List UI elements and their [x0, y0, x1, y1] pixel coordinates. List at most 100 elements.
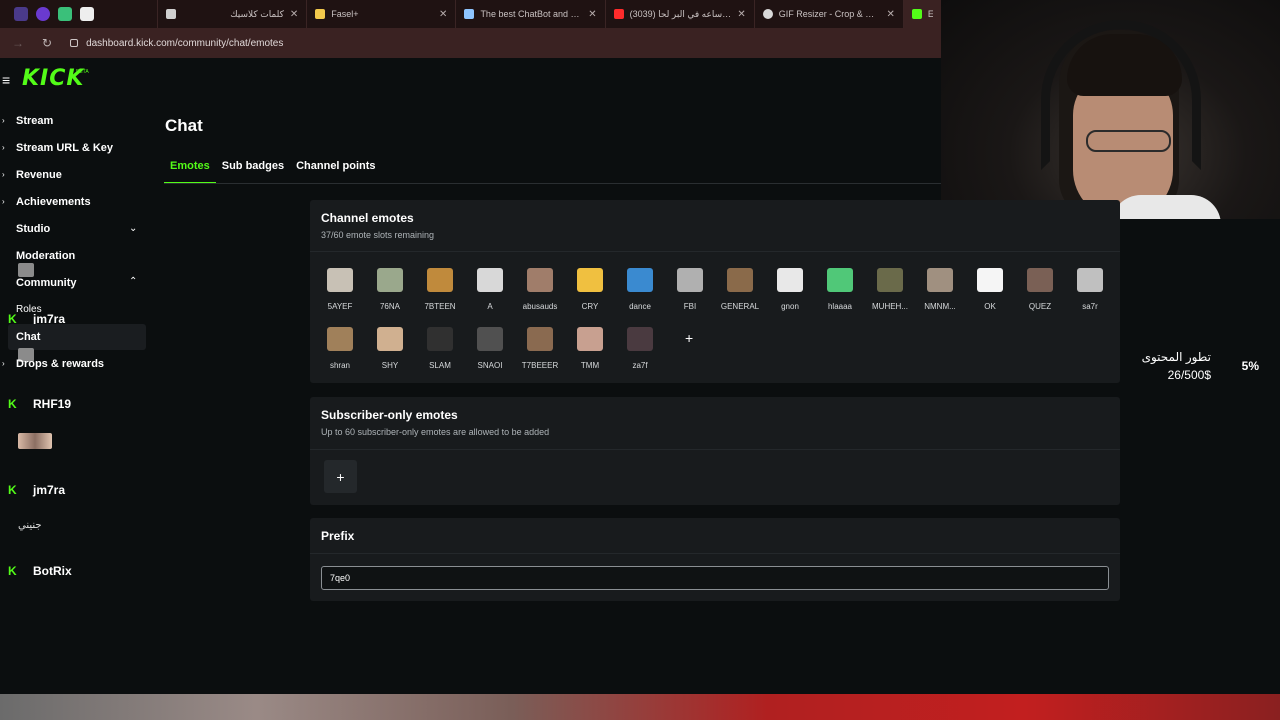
subscriber-emotes-title: Subscriber-only emotes: [321, 408, 458, 422]
emote-image: [627, 327, 653, 351]
browser-tab[interactable]: The best ChatBot and Widgets ✕: [455, 0, 604, 28]
emote-item[interactable]: SHY: [365, 327, 415, 370]
emote-image: [1077, 268, 1103, 292]
emote-label: dance: [629, 302, 651, 311]
tab-close-icon[interactable]: ✕: [290, 9, 298, 20]
emote-label: sa7r: [1082, 302, 1098, 311]
sidebar-item-studio[interactable]: Studio: [16, 223, 50, 235]
address-bar: → ↻ dashboard.kick.com/community/chat/em…: [0, 28, 941, 58]
emote-image: [377, 268, 403, 292]
tab-close-icon[interactable]: ✕: [439, 9, 447, 20]
chevron-right-icon: ›: [2, 359, 5, 368]
emote-label: SHY: [381, 361, 399, 370]
pinned-tab-icon[interactable]: [14, 7, 28, 21]
emote-item[interactable]: 5AYEF: [315, 268, 365, 311]
tab-favicon-icon: [911, 9, 922, 19]
tab-close-icon[interactable]: ✕: [886, 9, 894, 20]
emote-item[interactable]: 76NA: [365, 268, 415, 311]
site-info-icon[interactable]: [70, 39, 79, 47]
sidebar-item-revenue[interactable]: Revenue: [16, 169, 62, 181]
emote-label: A: [487, 302, 493, 311]
page-title: Chat: [165, 116, 203, 135]
chevron-right-icon: ›: [2, 197, 5, 206]
emote-label: abusauds: [522, 302, 558, 311]
emote-item[interactable]: hlaaaa: [815, 268, 865, 311]
browser-tab[interactable]: Fasel+ ✕: [306, 0, 455, 28]
add-subscriber-emote-button[interactable]: +: [324, 460, 357, 493]
tab-divider: [164, 183, 941, 184]
emote-label: TMM: [580, 361, 600, 370]
chevron-up-icon[interactable]: ⌃: [129, 276, 137, 287]
tab-title: Fasel+: [331, 9, 359, 19]
beta-badge: BETA: [76, 69, 89, 75]
prefix-input[interactable]: 7qe0: [321, 566, 1109, 590]
sidebar-item-community[interactable]: Community: [16, 277, 77, 289]
tab-close-icon[interactable]: ✕: [588, 9, 596, 20]
sidebar-item-stream-url-key[interactable]: Stream URL & Key: [16, 142, 113, 154]
overlay-stream-name: RHF19: [33, 397, 72, 411]
emote-item[interactable]: MUHEH...: [865, 268, 915, 311]
tab-close-icon[interactable]: ✕: [737, 9, 745, 20]
chevron-down-icon[interactable]: ⌄: [129, 223, 137, 234]
kick-channel-icon: K: [8, 397, 17, 411]
url-text: dashboard.kick.com/community/chat/emotes: [86, 37, 284, 49]
sidebar-item-chat[interactable]: Chat: [16, 331, 40, 343]
emote-item[interactable]: A: [465, 268, 515, 311]
pinned-tab-icon[interactable]: [36, 7, 50, 21]
back-arrow-icon[interactable]: →: [12, 36, 24, 50]
tab-favicon-icon: [166, 9, 177, 19]
emote-image: [477, 268, 503, 292]
tab-favicon-icon: [315, 9, 326, 19]
emote-item[interactable]: shran: [315, 327, 365, 370]
pinned-tab-icon[interactable]: [80, 7, 94, 21]
emote-item[interactable]: TMM: [565, 327, 615, 370]
emote-item[interactable]: OK: [965, 268, 1015, 311]
tab-emotes[interactable]: Emotes: [164, 160, 216, 184]
card-header: Channel emotes 37/60 emote slots remaini…: [310, 200, 1120, 252]
emote-image: [1027, 268, 1053, 292]
sidebar-item-moderation[interactable]: Moderation: [16, 250, 75, 262]
sidebar-item-drops-rewards[interactable]: Drops & rewards: [16, 358, 104, 370]
url-field[interactable]: dashboard.kick.com/community/chat/emotes: [70, 38, 283, 49]
emote-item[interactable]: gnon: [765, 268, 815, 311]
channel-emotes-subtitle: 37/60 emote slots remaining: [321, 230, 435, 240]
overlay-text: جنيني: [18, 520, 42, 531]
reload-icon[interactable]: ↻: [42, 36, 52, 50]
emote-item[interactable]: SNAOI: [465, 327, 515, 370]
browser-tab[interactable]: (3039) جريت ٢٤ ساعه في البر لحا ✕: [604, 0, 754, 28]
goal-title: تطور المحتوى: [1141, 350, 1211, 364]
emote-item[interactable]: GENERAL: [715, 268, 765, 311]
emote-label: QUEZ: [1028, 302, 1052, 311]
emote-image: [777, 268, 803, 292]
browser-tab[interactable]: GIF Resizer - Crop & Resize Ani ✕: [753, 0, 903, 28]
sidebar-item-achievements[interactable]: Achievements: [16, 196, 91, 208]
emote-item[interactable]: abusauds: [515, 268, 565, 311]
emote-item[interactable]: sa7r: [1065, 268, 1115, 311]
emote-item[interactable]: T7BEEER: [515, 327, 565, 370]
pinned-tab-icon[interactable]: [58, 7, 72, 21]
sidebar-item-stream[interactable]: Stream: [16, 115, 53, 127]
emote-item[interactable]: SLAM: [415, 327, 465, 370]
pinned-tabs: [0, 7, 157, 21]
tab-channel-points[interactable]: Channel points: [290, 160, 381, 184]
browser-tab[interactable]: كلمات كلاسيك ✕: [157, 0, 306, 28]
emote-item[interactable]: CRY: [565, 268, 615, 311]
emote-item[interactable]: dance: [615, 268, 665, 311]
tab-sub-badges[interactable]: Sub badges: [216, 160, 290, 184]
emote-label: hlaaaa: [827, 302, 853, 311]
browser-tab-active[interactable]: Emo: [902, 0, 941, 28]
donation-goal-widget: تطور المحتوى 26/500$ 5%: [1120, 282, 1280, 390]
prefix-title: Prefix: [321, 529, 355, 543]
card-header: Prefix: [310, 518, 1120, 554]
emote-item[interactable]: 7BTEEN: [415, 268, 465, 311]
emote-item[interactable]: QUEZ: [1015, 268, 1065, 311]
emote-item[interactable]: za7f: [615, 327, 665, 370]
tab-favicon-icon: [762, 9, 773, 19]
emote-item[interactable]: FBI: [665, 268, 715, 311]
emote-item[interactable]: NMNM...: [915, 268, 965, 311]
add-emote-button[interactable]: +: [685, 330, 693, 346]
menu-icon[interactable]: ≡: [2, 72, 10, 88]
tab-title: GIF Resizer - Crop & Resize Ani: [778, 9, 881, 19]
emote-label: T7BEEER: [521, 361, 559, 370]
emote-label: GENERAL: [720, 302, 760, 311]
